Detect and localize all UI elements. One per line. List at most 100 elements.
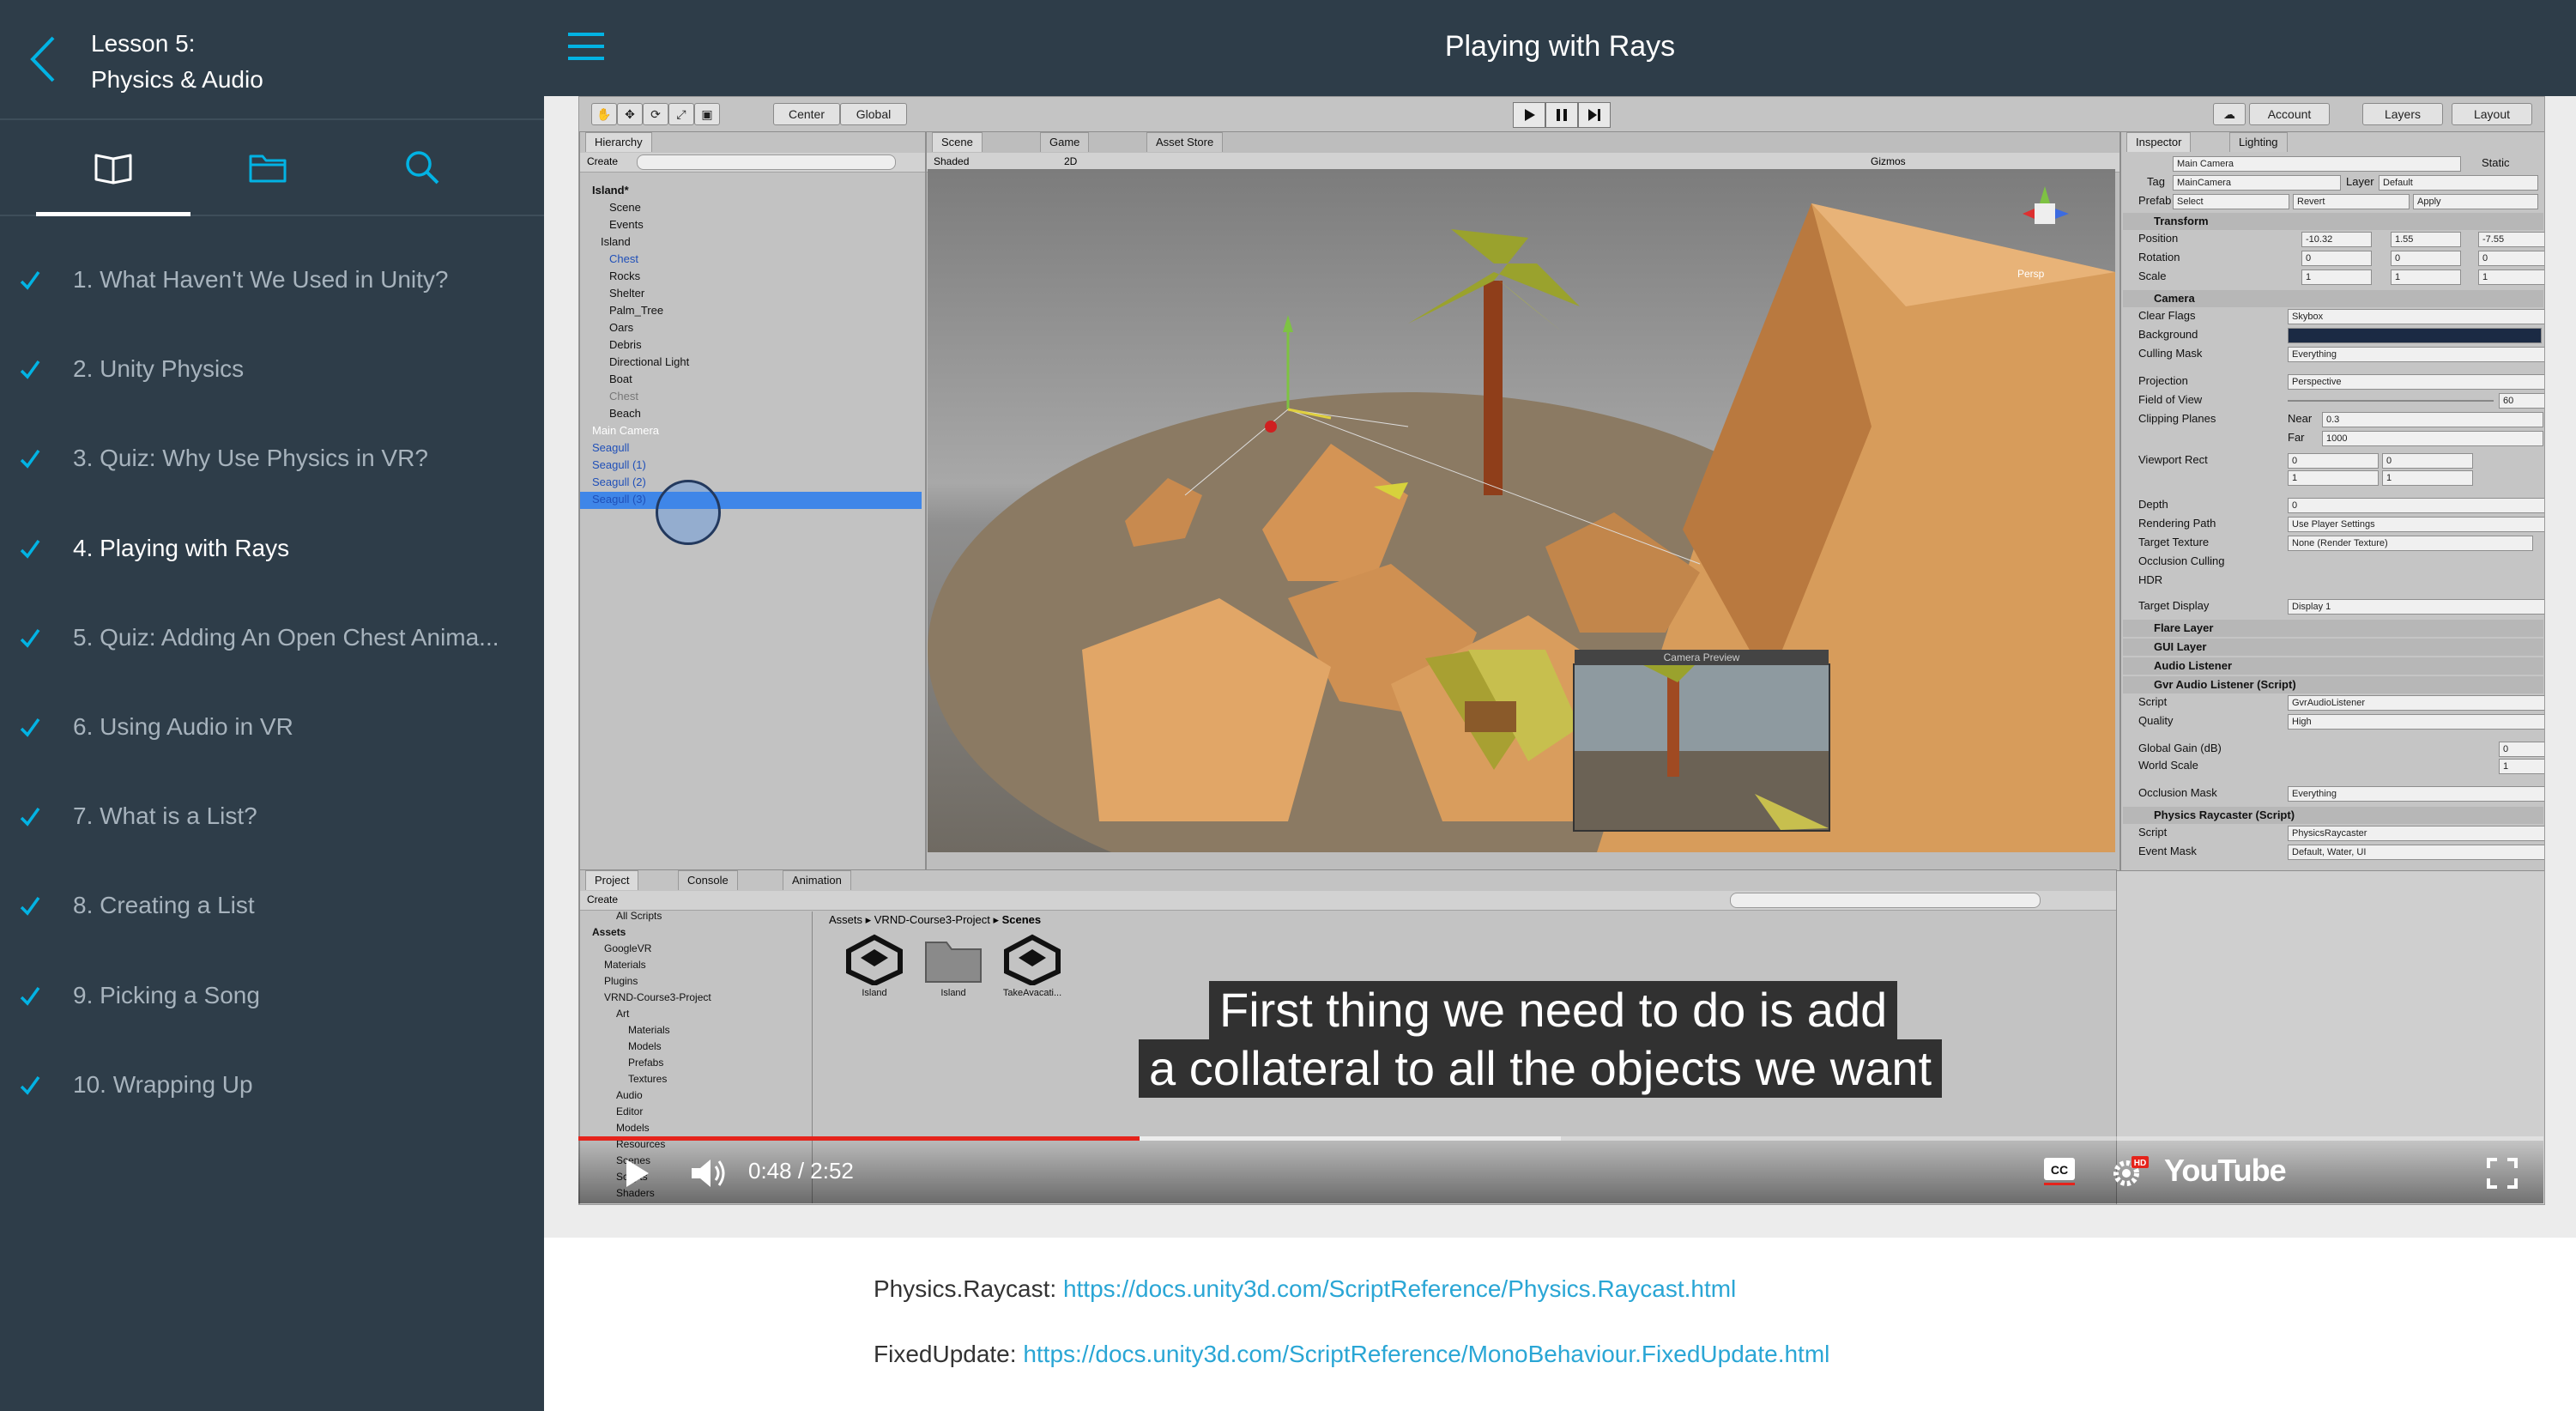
checkmark-icon <box>20 718 40 737</box>
lesson-label: 6. Using Audio in VR <box>73 713 293 741</box>
inspector-label: Target Texture <box>2138 536 2210 548</box>
lesson-item[interactable]: 2. Unity Physics <box>0 324 544 414</box>
inspector-label: Quality <box>2138 714 2174 727</box>
island-scene-illustration: Persp <box>928 186 2115 852</box>
inspector-label: HDR <box>2138 573 2163 586</box>
hierarchy-item: Seagull (3) <box>592 493 646 506</box>
youtube-logo[interactable]: YouTube <box>2164 1153 2287 1189</box>
lesson-item[interactable]: 7. What is a List? <box>0 772 544 861</box>
project-folder: Materials <box>628 1024 670 1036</box>
hierarchy-item: Palm_Tree <box>609 304 664 317</box>
lesson-label: 8. Creating a List <box>73 892 255 919</box>
top-header: Playing with Rays <box>544 0 2576 96</box>
lesson-label: 4. Playing with Rays <box>73 534 290 561</box>
camera-preview-image <box>1575 665 1829 830</box>
project-search-field <box>1730 893 2041 908</box>
cc-icon: CC <box>2044 1158 2075 1185</box>
inspector-label: Global Gain (dB) <box>2138 742 2222 754</box>
resource-link[interactable]: https://docs.unity3d.com/ScriptReference… <box>1023 1341 1829 1367</box>
resource-links: Physics.Raycast: https://docs.unity3d.co… <box>544 1238 2576 1411</box>
hierarchy-item: Directional Light <box>609 355 690 368</box>
project-folder: Art <box>616 1008 630 1020</box>
menu-button[interactable] <box>566 29 606 64</box>
lesson-label: 2. Unity Physics <box>73 355 245 383</box>
inspector-tab: Inspector <box>2126 132 2192 152</box>
lesson-item[interactable]: 1. What Haven't We Used in Unity? <box>0 235 544 324</box>
tab-resources[interactable] <box>190 120 345 215</box>
resource-link[interactable]: https://docs.unity3d.com/ScriptReference… <box>1063 1275 1736 1302</box>
resource-label: FixedUpdate: <box>874 1341 1017 1367</box>
hierarchy-item: Island* <box>592 184 629 197</box>
lesson-item[interactable]: 8. Creating a List <box>0 861 544 950</box>
tab-lessons[interactable] <box>36 120 190 216</box>
back-button[interactable] <box>22 31 65 88</box>
lesson-item[interactable]: 5. Quiz: Adding An Open Chest Anima... <box>0 593 544 682</box>
hierarchy-item: Scene <box>609 201 641 214</box>
inspector-field: Select <box>2173 194 2289 209</box>
inspector-component-header: Physics Raycaster (Script) <box>2123 807 2543 824</box>
fullscreen-button[interactable] <box>2487 1158 2518 1189</box>
inspector-field: 1.55 <box>2391 232 2461 247</box>
inspector-field: 1000 <box>2322 431 2543 446</box>
console-tab: Console <box>678 870 738 890</box>
lesson-item[interactable]: 9. Picking a Song <box>0 951 544 1040</box>
inspector-label: Tag <box>2147 175 2165 188</box>
inspector-field: 0 <box>2301 251 2372 266</box>
inspector-label: Scale <box>2138 269 2167 282</box>
inspector-field: Apply <box>2413 194 2538 209</box>
inspector-field: Main Camera <box>2173 156 2461 172</box>
rect-tool-icon: ▣ <box>694 103 720 125</box>
inspector-field: 1 <box>2382 470 2473 486</box>
inspector-label: Background <box>2138 328 2198 341</box>
layout-dropdown: Layout <box>2452 103 2532 125</box>
lesson-item[interactable]: 4. Playing with Rays <box>0 504 544 593</box>
lesson-label: 10. Wrapping Up <box>73 1070 253 1098</box>
lesson-label: 5. Quiz: Adding An Open Chest Anima... <box>73 623 499 651</box>
project-folder: Models <box>628 1040 662 1052</box>
hierarchy-item: Boat <box>609 372 632 385</box>
captions-button[interactable]: CC <box>2042 1156 2077 1185</box>
checkmark-icon <box>20 628 40 648</box>
inspector-label: Occlusion Culling <box>2138 554 2225 567</box>
inspector-field: GvrAudioListener <box>2288 695 2544 711</box>
play-button[interactable] <box>620 1156 654 1190</box>
scale-tool-icon: ⤢ <box>668 103 694 125</box>
layers-dropdown: Layers <box>2362 103 2443 125</box>
scene-tab: Scene <box>932 132 983 152</box>
folder-icon <box>249 154 287 183</box>
inspector-field: 0 <box>2499 742 2544 757</box>
inspector-label: Near <box>2288 412 2313 425</box>
video-player[interactable]: ✋ ✥ ⟳ ⤢ ▣ Center Global ☁ Account Layers… <box>578 96 2545 1205</box>
sidebar-tabs <box>0 120 544 216</box>
inspector-field: Skybox <box>2288 309 2544 324</box>
project-folder: Assets <box>592 926 626 938</box>
lesson-label: 9. Picking a Song <box>73 981 260 1008</box>
volume-button[interactable] <box>688 1156 729 1190</box>
lesson-item[interactable]: 6. Using Audio in VR <box>0 682 544 772</box>
hamburger-menu-icon <box>568 33 604 60</box>
hierarchy-item: Rocks <box>609 269 641 282</box>
breadcrumb-item: VRND-Course3-Project <box>874 913 990 926</box>
tab-search[interactable] <box>345 120 499 215</box>
hierarchy-item: Chest <box>609 390 638 403</box>
hierarchy-toolbar: Create <box>580 153 925 173</box>
inspector-label: Clear Flags <box>2138 309 2196 322</box>
inspector-label: Depth <box>2138 498 2168 511</box>
settings-button[interactable]: HD <box>2111 1154 2149 1189</box>
inspector-component-header: GUI Layer <box>2123 639 2543 656</box>
background-color-swatch <box>2288 328 2542 343</box>
hierarchy-item: Debris <box>609 338 642 351</box>
project-create-button: Create <box>587 893 619 905</box>
lesson-item[interactable]: 10. Wrapping Up <box>0 1040 544 1129</box>
project-asset: Island <box>915 934 992 998</box>
unity-scene-icon <box>846 934 903 987</box>
inspector-label: Layer <box>2346 175 2374 188</box>
chevron-left-icon <box>30 36 55 82</box>
hierarchy-panel: Hierarchy Create Island* Scene Events Islan… <box>579 131 926 871</box>
scene-view: Persp <box>928 169 2115 852</box>
project-asset: TakeAvacati... <box>994 934 1071 998</box>
inspector-field: 0 <box>2288 453 2379 469</box>
lesson-item[interactable]: 3. Quiz: Why Use Physics in VR? <box>0 414 544 503</box>
inspector-field: 1 <box>2499 759 2544 774</box>
project-folder: Plugins <box>604 975 638 987</box>
